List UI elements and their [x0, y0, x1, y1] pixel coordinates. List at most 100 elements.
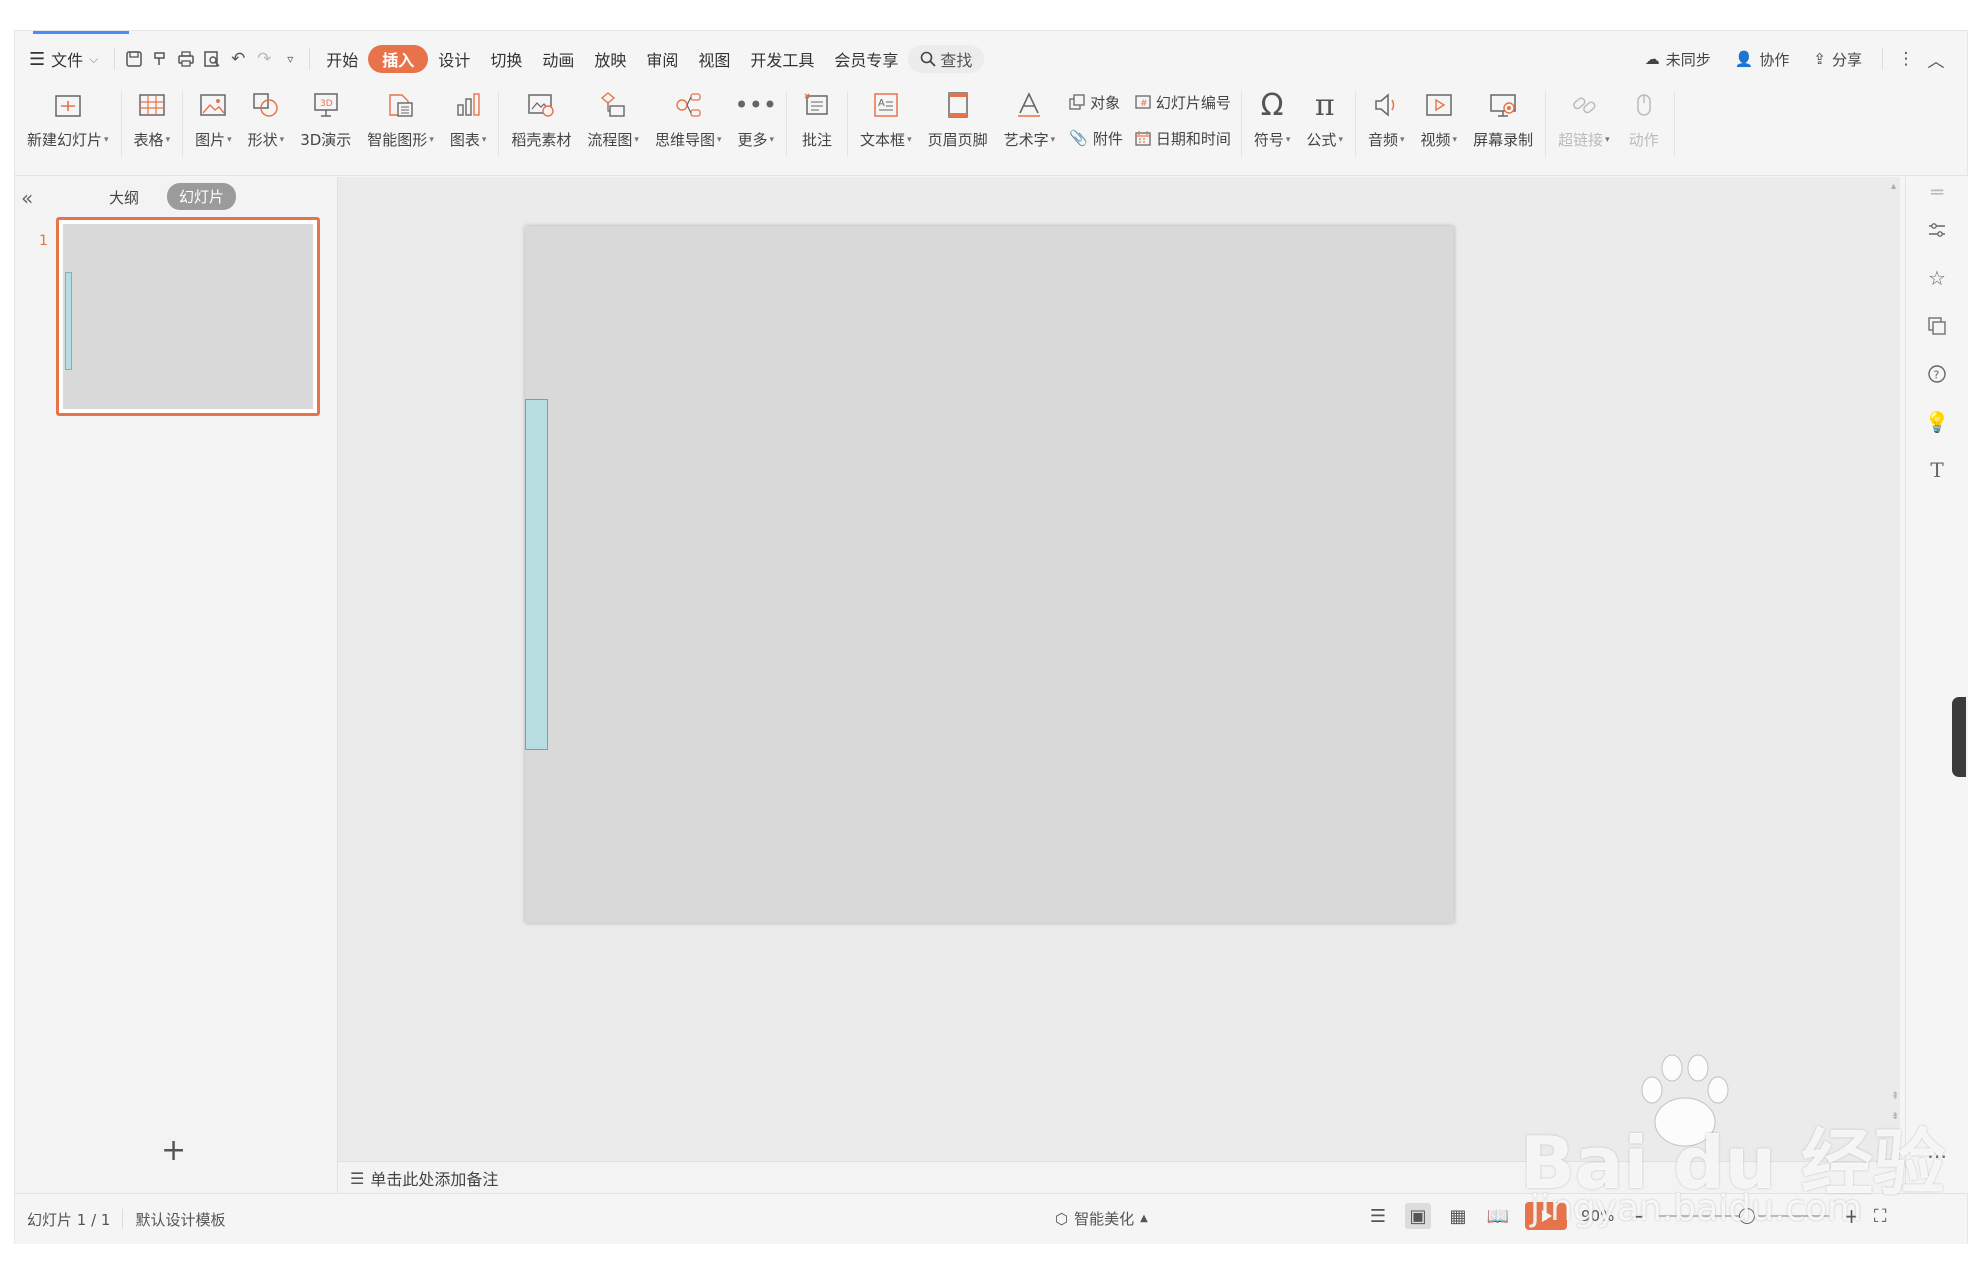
caret-icon: ▾ — [429, 134, 434, 145]
attachment-button[interactable]: 📎 附件 — [1069, 125, 1123, 151]
mindmap-button[interactable]: 思维导图 ▾ — [647, 83, 730, 167]
more-button[interactable]: ••• 更多 ▾ — [730, 83, 783, 167]
smartart-button[interactable]: 智能图形 ▾ — [359, 83, 442, 167]
undo-icon[interactable]: ↶ — [225, 46, 251, 72]
sync-button[interactable]: ☁ 未同步 — [1635, 43, 1721, 75]
play-slideshow-button[interactable] — [1525, 1202, 1567, 1230]
help-icon[interactable]: ? — [1924, 361, 1950, 387]
shape-icon — [248, 87, 284, 123]
print-icon[interactable] — [173, 46, 199, 72]
search-box[interactable]: 查找 — [908, 45, 985, 73]
vertical-scrollbar[interactable]: ▴ ⇞ ⇟ — [1889, 181, 1903, 1191]
tab-developer[interactable]: 开发工具 — [740, 43, 824, 75]
wordart-button[interactable]: 艺术字 ▾ — [996, 83, 1064, 167]
drag-handle-icon[interactable]: ═ — [1924, 179, 1950, 205]
notes-area[interactable]: ☰ 单击此处添加备注 — [338, 1161, 1900, 1194]
audio-button[interactable]: 音频 ▾ — [1360, 83, 1413, 167]
print-preview-icon[interactable] — [199, 46, 225, 72]
3d-demo-button[interactable]: 3D 3D演示 — [292, 83, 359, 167]
lightbulb-icon[interactable]: 💡 — [1924, 409, 1950, 435]
tab-insert[interactable]: 插入 — [368, 45, 429, 73]
zoom-out-icon[interactable]: − — [1628, 1204, 1645, 1228]
tab-design[interactable]: 设计 — [428, 43, 480, 75]
reading-view-icon[interactable]: 📖 — [1485, 1203, 1511, 1229]
tab-animation[interactable]: 动画 — [532, 43, 584, 75]
menu-bar: ☰ 文件 ⌵ ↶ ↷ ▿ 开始 插入 设计 切换 动画 放映 审阅 视图 开发工… — [15, 37, 1967, 81]
tab-review[interactable]: 审阅 — [636, 43, 688, 75]
scroll-up-icon[interactable]: ▴ — [1891, 181, 1896, 192]
slide-thumbnail[interactable] — [56, 217, 320, 416]
hyperlink-button[interactable]: 超链接 ▾ — [1550, 83, 1618, 167]
fit-window-icon[interactable]: ⛶ — [1874, 1206, 1887, 1227]
tab-outline[interactable]: 大纲 — [109, 187, 139, 208]
side-panel-handle[interactable] — [1952, 697, 1966, 777]
slide-sorter-icon[interactable]: ▦ — [1445, 1203, 1471, 1229]
textbox-button[interactable]: A 文本框 ▾ — [852, 83, 920, 167]
tab-view[interactable]: 视图 — [688, 43, 740, 75]
tab-home[interactable]: 开始 — [316, 43, 368, 75]
tab-slides[interactable]: 幻灯片 — [167, 183, 237, 210]
caret-icon: ▾ — [1605, 134, 1610, 145]
share-button[interactable]: ⇪ 分享 — [1803, 43, 1872, 75]
smart-beautify-button[interactable]: ⬡ 智能美化 ▲ — [1055, 1208, 1148, 1229]
calendar-icon — [1135, 130, 1151, 146]
ribbon-insert: 新建幻灯片 ▾ 表格 ▾ 图片 ▾ 形状 ▾ 3D 3D演示 智能图形 ▾ 图表 ▾ — [15, 83, 1967, 176]
comment-button[interactable]: 批注 — [791, 83, 843, 167]
add-slide-button[interactable]: + — [161, 1133, 186, 1168]
collab-button[interactable]: 👤 协作 — [1725, 43, 1800, 75]
new-slide-icon — [50, 87, 86, 123]
zoom-slider[interactable] — [1659, 1208, 1830, 1224]
table-button[interactable]: 表格 ▾ — [126, 83, 179, 167]
tab-transitions[interactable]: 切换 — [480, 43, 532, 75]
save-icon[interactable] — [121, 46, 147, 72]
zoom-slider-knob[interactable] — [1739, 1208, 1756, 1224]
screen-record-button[interactable]: 屏幕录制 — [1465, 83, 1541, 167]
date-time-button[interactable]: 日期和时间 — [1135, 125, 1231, 151]
template-name[interactable]: 默认设计模板 — [123, 1209, 237, 1230]
normal-view-icon[interactable]: ▣ — [1405, 1203, 1431, 1229]
redo-icon[interactable]: ↷ — [251, 46, 277, 72]
notes-toggle-icon[interactable]: ☰ — [1365, 1203, 1391, 1229]
tab-member[interactable]: 会员专享 — [824, 43, 908, 75]
menu-right: ☁ 未同步 👤 协作 ⇪ 分享 ⋮ ︿ — [1635, 43, 1967, 75]
zoom-level[interactable]: 90% — [1581, 1207, 1614, 1225]
prev-slide-icon[interactable]: ⇞ — [1891, 1091, 1899, 1102]
zoom-in-icon[interactable]: + — [1843, 1204, 1860, 1228]
chart-button[interactable]: 图表 ▾ — [442, 83, 495, 167]
customize-toolbar-icon[interactable]: ▿ — [277, 46, 303, 72]
equation-button[interactable]: π 公式 ▾ — [1298, 83, 1351, 167]
more-vertical-icon[interactable]: ⋮ — [1893, 46, 1919, 72]
docer-material-button[interactable]: 稻壳素材 — [503, 83, 579, 167]
rectangle-shape[interactable] — [525, 399, 548, 750]
star-icon[interactable]: ☆ — [1924, 265, 1950, 291]
slide-number-button[interactable]: # 幻灯片编号 — [1135, 89, 1231, 115]
slide-canvas[interactable] — [525, 226, 1454, 923]
object-button[interactable]: 对象 — [1069, 89, 1123, 115]
divider — [309, 48, 311, 70]
format-painter-icon[interactable] — [147, 46, 173, 72]
table-icon — [134, 87, 170, 123]
tab-slideshow[interactable]: 放映 — [584, 43, 636, 75]
3d-icon: 3D — [308, 87, 344, 123]
flowchart-icon — [595, 87, 631, 123]
switch-icon[interactable] — [1924, 313, 1950, 339]
picture-button[interactable]: 图片 ▾ — [187, 83, 240, 167]
properties-icon[interactable] — [1924, 217, 1950, 243]
new-slide-button[interactable]: 新建幻灯片 ▾ — [15, 83, 117, 167]
file-menu[interactable]: ☰ 文件 ⌵ — [15, 43, 108, 75]
shape-button[interactable]: 形状 ▾ — [240, 83, 293, 167]
collapse-pane-icon[interactable]: « — [21, 186, 33, 210]
equation-label: 公式 — [1306, 131, 1337, 149]
text-icon[interactable]: T — [1924, 457, 1950, 483]
audio-label: 音频 — [1367, 131, 1398, 149]
more-horizontal-icon[interactable]: ⋯ — [1924, 1143, 1950, 1169]
flowchart-button[interactable]: 流程图 ▾ — [579, 83, 647, 167]
next-slide-icon[interactable]: ⇟ — [1891, 1111, 1899, 1122]
action-button[interactable]: 动作 — [1618, 83, 1670, 167]
hyperlink-label: 超链接 — [1558, 131, 1604, 149]
header-footer-button[interactable]: 页眉页脚 — [920, 83, 996, 167]
link-icon — [1566, 87, 1602, 123]
video-button[interactable]: 视频 ▾ — [1413, 83, 1466, 167]
symbol-button[interactable]: Ω 符号 ▾ — [1246, 83, 1299, 167]
collapse-ribbon-icon[interactable]: ︿ — [1923, 46, 1949, 72]
